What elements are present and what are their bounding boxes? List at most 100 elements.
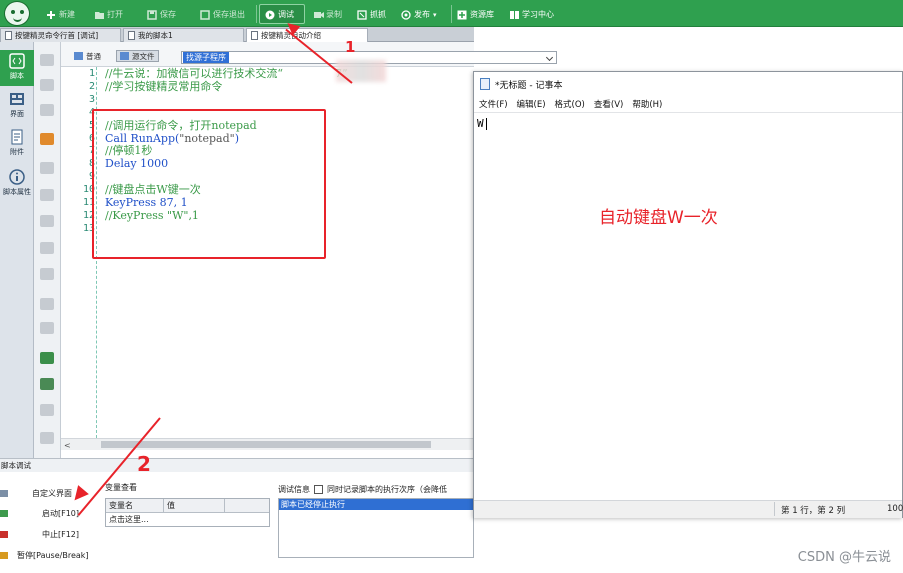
code-line[interactable]: //学习按键精灵常用命令: [105, 79, 223, 94]
settings-icon[interactable]: [40, 432, 54, 444]
editor-horizontal-scrollbar[interactable]: <: [61, 438, 474, 450]
capture-button[interactable]: 抓抓: [357, 7, 386, 22]
folder-icon: [94, 10, 104, 20]
record-label: 录制: [326, 10, 342, 19]
play-circle-icon: [265, 10, 275, 20]
move-up-icon[interactable]: [40, 54, 54, 66]
outdent-icon[interactable]: [40, 322, 54, 334]
disk-icon: [147, 9, 157, 20]
status-divider: [774, 502, 775, 516]
book-icon: [509, 10, 519, 20]
delete-icon[interactable]: [40, 104, 54, 116]
watermark: CSDN @牛云说: [797, 550, 891, 565]
mode-normal-label: 普通: [86, 51, 101, 61]
notepad-titlebar[interactable]: *无标题 - 记事本: [474, 72, 902, 96]
line-number: 2: [88, 80, 95, 92]
go-icon[interactable]: [40, 352, 54, 364]
left-sidebar: 脚本 界面 附件 脚本属性: [0, 42, 34, 460]
document-icon: [251, 31, 258, 40]
variable-table: 变量名 值 点击这里...: [105, 498, 270, 527]
menu-view[interactable]: 查看(V): [594, 98, 623, 110]
open-button[interactable]: 打开: [94, 7, 123, 22]
tab-label: 我的脚本1: [138, 31, 173, 40]
layout-icon: [9, 91, 25, 107]
learn-center-label: 学习中心: [522, 10, 554, 19]
script-icon: [9, 53, 25, 69]
stop-button[interactable]: 中止[F12]: [0, 526, 100, 542]
hand-icon[interactable]: [40, 133, 54, 145]
sidebar-item-properties[interactable]: 脚本属性: [0, 166, 34, 202]
start-icon: [0, 509, 8, 517]
scroll-left-icon[interactable]: <: [64, 441, 71, 450]
save-exit-label: 保存退出: [213, 10, 245, 19]
tab-my-script[interactable]: 我的脚本1: [123, 28, 244, 42]
code-text: //学习按键精灵常用命令: [105, 79, 223, 93]
notepad-title: *无标题 - 记事本: [495, 80, 563, 91]
column-header-name[interactable]: 变量名: [106, 499, 164, 512]
menu-help[interactable]: 帮助(H): [632, 98, 662, 110]
main-toolbar: 新建 打开 保存 保存退出 调试 录制 抓抓 发布 ▾ 资源库 学习中心: [0, 0, 903, 27]
move-down-icon[interactable]: [40, 79, 54, 91]
menu-file[interactable]: 文件(F): [479, 98, 508, 110]
notepad-content: W: [477, 117, 484, 130]
document-icon: [5, 31, 12, 40]
copy-icon[interactable]: [40, 162, 54, 174]
record-order-label: 同时记录脚本的执行次序（会降低: [327, 484, 447, 494]
save-exit-button[interactable]: 保存退出: [200, 7, 245, 22]
text-caret: [486, 118, 487, 130]
notepad-window: *无标题 - 记事本 文件(F) 编辑(E) 格式(O) 查看(V) 帮助(H)…: [473, 71, 903, 518]
sidebar-item-attachment[interactable]: 附件: [0, 126, 34, 162]
tab-cmd-debug[interactable]: 按键精灵命令行首 [调试]: [0, 28, 121, 42]
zoom-level: 100: [887, 504, 903, 514]
table-row[interactable]: 点击这里...: [106, 513, 269, 526]
resources-button[interactable]: 资源库: [457, 7, 494, 22]
mode-normal-tab[interactable]: 普通: [71, 50, 104, 62]
stop-icon: [0, 530, 8, 538]
custom-ui-label: 自定义界面: [32, 488, 72, 498]
find-icon[interactable]: [40, 404, 54, 416]
new-label: 新建: [59, 10, 75, 19]
publish-button[interactable]: 发布 ▾: [401, 7, 437, 22]
list-item[interactable]: 脚本已经停止执行: [279, 499, 473, 510]
uncomment-icon[interactable]: [40, 268, 54, 280]
sidebar-item-ui[interactable]: 界面: [0, 88, 34, 124]
sidebar-item-label: 界面: [10, 110, 24, 118]
sidebar-item-label: 附件: [10, 148, 24, 156]
mode-source-label: 源文件: [132, 51, 155, 61]
stop-label: 中止[F12]: [42, 529, 80, 539]
debug-log[interactable]: 脚本已经停止执行: [278, 498, 474, 558]
indent-icon[interactable]: [40, 298, 54, 310]
camera-icon: [313, 10, 324, 20]
column-header-value[interactable]: 值: [164, 499, 225, 512]
sidebar-item-label: 脚本: [10, 72, 24, 80]
learn-center-button[interactable]: 学习中心: [509, 7, 554, 22]
record-order-checkbox[interactable]: [314, 484, 323, 494]
annotation-number-1: 1: [345, 38, 356, 56]
menu-edit[interactable]: 编辑(E): [517, 98, 546, 110]
notepad-text-area[interactable]: W 自动键盘W一次: [474, 112, 902, 500]
start-label: 启动[F10]: [42, 508, 80, 518]
notepad-statusbar: 第 1 行，第 2 列 100: [474, 500, 903, 518]
comment-icon[interactable]: [40, 242, 54, 254]
menu-format[interactable]: 格式(O): [555, 98, 585, 110]
new-button[interactable]: 新建: [46, 7, 75, 22]
redacted-region: [336, 60, 386, 82]
scrollbar-thumb[interactable]: [101, 441, 431, 448]
binoculars-icon[interactable]: [40, 378, 54, 390]
document-icon: [128, 31, 135, 40]
debug-panel-title: 脚本调试: [0, 458, 474, 472]
notepad-menubar: 文件(F) 编辑(E) 格式(O) 查看(V) 帮助(H): [474, 96, 902, 112]
clipboard-icon[interactable]: [40, 215, 54, 227]
save-label: 保存: [160, 10, 176, 19]
paste-icon[interactable]: [40, 189, 54, 201]
pause-button[interactable]: 暂停[Pause/Break]: [0, 547, 104, 563]
attachment-icon: [9, 129, 25, 145]
pause-icon: [0, 551, 8, 559]
save-button[interactable]: 保存: [147, 7, 176, 22]
chevron-down-icon: [545, 53, 554, 62]
mode-source-tab[interactable]: 源文件: [116, 50, 159, 62]
sidebar-item-script[interactable]: 脚本: [0, 50, 34, 86]
capture-label: 抓抓: [370, 10, 386, 19]
info-icon: [9, 169, 25, 185]
record-button[interactable]: 录制: [313, 7, 342, 22]
